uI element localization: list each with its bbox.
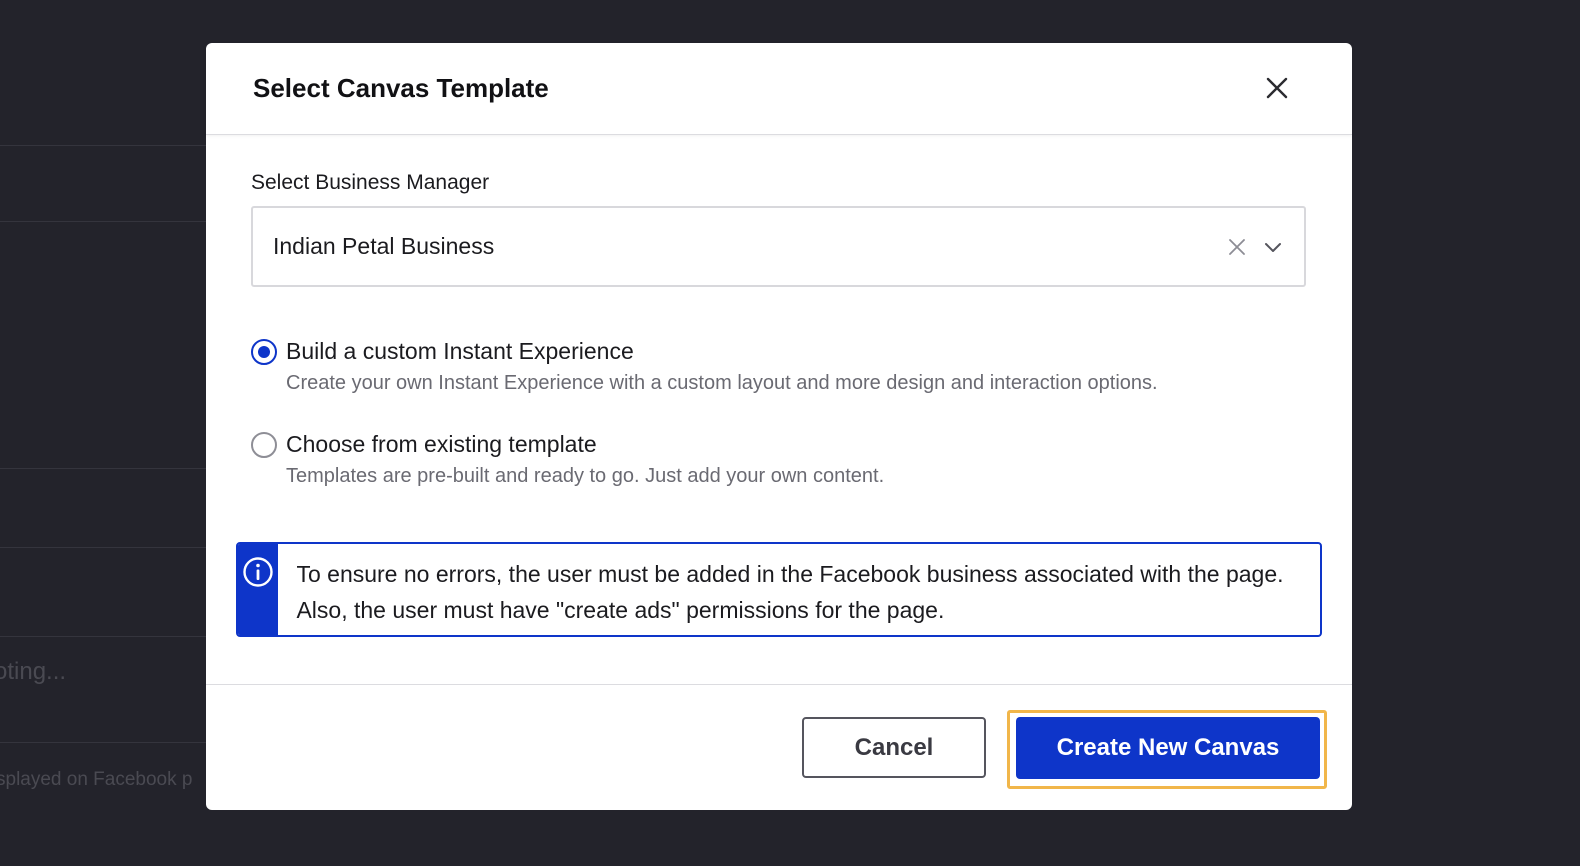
divider	[0, 221, 206, 222]
info-alert: To ensure no errors, the user must be ad…	[236, 542, 1322, 637]
divider	[0, 742, 206, 743]
info-message: To ensure no errors, the user must be ad…	[296, 561, 1284, 623]
radio-button[interactable]	[251, 432, 277, 458]
clear-icon[interactable]	[1226, 236, 1248, 258]
divider	[0, 145, 206, 146]
option-label[interactable]: Choose from existing template	[286, 431, 597, 458]
dialog-footer: Cancel Create New Canvas	[206, 684, 1352, 810]
info-alert-sidebar	[238, 544, 279, 635]
chevron-down-icon[interactable]	[1262, 236, 1284, 258]
background-text: splayed on Facebook p	[0, 769, 193, 790]
business-manager-label: Select Business Manager	[251, 171, 490, 194]
create-new-canvas-button[interactable]: Create New Canvas	[1016, 717, 1320, 779]
business-manager-value: Indian Petal Business	[273, 233, 495, 259]
business-manager-select[interactable]: Indian Petal Business	[251, 206, 1306, 287]
option-label[interactable]: Build a custom Instant Experience	[286, 338, 634, 365]
option-description: Create your own Instant Experience with …	[286, 372, 1158, 394]
dialog-title: Select Canvas Template	[253, 73, 549, 103]
select-canvas-template-dialog: Select Canvas Template Select Business M…	[206, 43, 1352, 810]
dialog-header: Select Canvas Template	[206, 43, 1352, 135]
cancel-button[interactable]: Cancel	[802, 717, 986, 778]
divider	[0, 636, 206, 637]
option-description: Templates are pre-built and ready to go.…	[286, 465, 885, 487]
background-text: oting...	[0, 658, 67, 685]
divider	[0, 547, 206, 548]
info-icon	[243, 557, 273, 587]
divider	[0, 468, 206, 469]
close-button[interactable]	[1262, 73, 1292, 103]
radio-button-selected[interactable]	[251, 339, 277, 365]
close-icon	[1266, 77, 1288, 99]
